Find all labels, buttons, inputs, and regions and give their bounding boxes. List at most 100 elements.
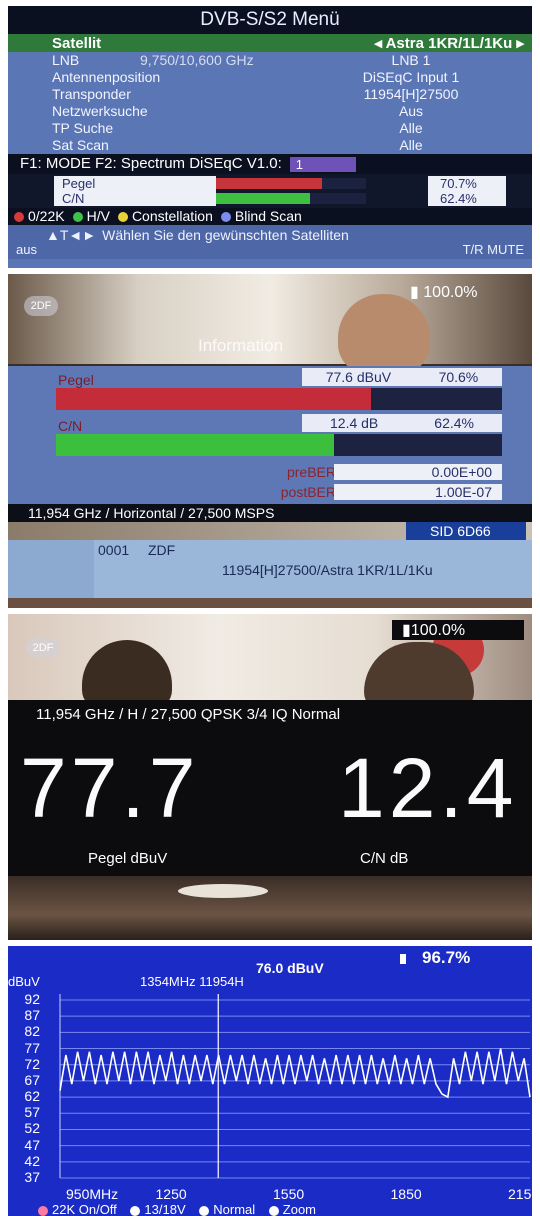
- signal-quality: 96.7%: [400, 948, 470, 968]
- y-tick-label: 72: [24, 1055, 40, 1072]
- transponder-parameters: 11,954 GHz / Horizontal / 27,500 MSPS: [8, 504, 532, 522]
- x-tick-label: 1250: [155, 1186, 187, 1202]
- x-tick-label: 1550: [273, 1186, 305, 1202]
- menu-row-value: LNB 1: [391, 52, 431, 68]
- arrow-right-icon[interactable]: ▸: [516, 35, 524, 52]
- menu-row-label: Netzwerksuche: [52, 103, 148, 119]
- level-label: Pegel: [58, 372, 94, 388]
- legend-normal[interactable]: Normal: [199, 1202, 255, 1216]
- menu-row-transponder[interactable]: Transponder 11954[H]27500: [8, 86, 532, 103]
- y-tick-label: 62: [24, 1088, 40, 1105]
- color-key-label: H/V: [86, 208, 110, 224]
- cn-bar-fill: [56, 434, 335, 456]
- menu-row-network-search[interactable]: Netzwerksuche Aus: [8, 103, 532, 120]
- cn-label: C/N: [58, 418, 83, 434]
- satellite-label: Satellit: [52, 34, 102, 52]
- y-tick-label: 82: [24, 1023, 40, 1040]
- menu-row-antenna-position[interactable]: Antennenposition DiSEqC Input 1: [8, 69, 532, 86]
- marker-readout: 1354MHz 11954H: [140, 974, 244, 989]
- satellite-selector[interactable]: Satellit ◂ Astra 1KR/1L/1Ku ▸: [8, 34, 532, 52]
- menu-row-label: LNB: [52, 52, 80, 68]
- legend-13-18v[interactable]: 13/18V: [130, 1202, 186, 1216]
- legend-label: Normal: [213, 1202, 256, 1216]
- signal-quality: ▮ 100.0%: [410, 282, 478, 302]
- level-percent: 70.6%: [438, 369, 479, 385]
- y-tick-label: 52: [24, 1120, 40, 1137]
- menu-row-lnb[interactable]: LNB 9,750/10,600 GHz LNB 1: [8, 52, 532, 69]
- signal-quality-value: 100.0%: [410, 622, 466, 639]
- info-box: Pegel 77.6 dBuV 70.6% C/N 12.4 dB 62.4% …: [8, 366, 532, 504]
- level-bar-fill: [56, 388, 371, 410]
- color-key-label: Blind Scan: [234, 208, 302, 224]
- info-title: Information: [198, 336, 284, 355]
- menu-row-sat-scan[interactable]: Sat Scan Alle: [8, 137, 532, 154]
- preber-label: preBER: [286, 464, 336, 480]
- level-unit: Pegel dBuV: [88, 850, 168, 867]
- menu-title: DVB-S/S2 Menü: [8, 6, 532, 34]
- y-tick-label: 92: [24, 991, 40, 1007]
- color-key-bar: 0/22K H/V Constellation Blind Scan: [8, 208, 532, 225]
- menu-row-label: TP Suche: [52, 120, 114, 136]
- mute-status: T/R MUTE: [462, 242, 524, 257]
- signal-quality: ▮100.0%: [392, 620, 524, 640]
- blue-dot-icon: [220, 212, 231, 223]
- arrow-left-icon[interactable]: ◂: [374, 35, 382, 52]
- menu-row-tp-search[interactable]: TP Suche Alle: [8, 120, 532, 137]
- signal-quality-value: 100.0%: [423, 284, 478, 301]
- pink-dot-icon: [38, 1205, 48, 1216]
- white-dot-icon: [130, 1205, 141, 1216]
- cn-unit: C/N dB: [360, 850, 409, 867]
- signal-icon: ▮: [402, 622, 411, 639]
- level-dbuv: 77.6 dBuV: [325, 369, 392, 385]
- footer-left-text: aus: [16, 242, 37, 257]
- legend-label: Zoom: [282, 1202, 317, 1216]
- diseqc-version-field[interactable]: 1: [289, 156, 356, 172]
- dvb-menu-panel: DVB-S/S2 Menü Satellit ◂ Astra 1KR/1L/1K…: [8, 6, 532, 268]
- color-key-red[interactable]: 0/22K: [14, 208, 65, 225]
- level-value-box: 77.6 dBuV 70.6%: [302, 368, 502, 386]
- spectrum-chart: [59, 994, 531, 1179]
- hint-bar: ▲T◄► Wählen Sie den gewünschten Satellite…: [8, 225, 532, 259]
- level-percent: 70.7%: [428, 176, 506, 191]
- channel-transponder: 11954[H]27500/Astra 1KR/1L/1Ku: [222, 562, 433, 578]
- spectrum-panel: dBuV 76.0 dBuV 1354MHz 11954H 96.7% 92 87…: [8, 946, 532, 1216]
- tv-picture-person: [338, 294, 430, 374]
- cn-bar: [56, 434, 502, 456]
- legend-label: 13/18V: [144, 1202, 186, 1216]
- transponder-parameters: 11,954 GHz / H / 27,500 QPSK 3/4 IQ Norm…: [36, 706, 341, 723]
- cn-percent: 62.4%: [434, 415, 474, 431]
- menu-row-value: 11954[H]27500: [363, 86, 459, 102]
- signal-icon: [400, 953, 406, 964]
- menu-row-value: DiSEqC Input 1: [362, 69, 460, 85]
- lnb-frequency: 9,750/10,600 GHz: [140, 52, 254, 68]
- menu-row-value: Alle: [399, 120, 423, 136]
- channel-number: 0001: [98, 542, 130, 558]
- level-bar-fill: [216, 178, 323, 189]
- navigation-keys-icon: ▲T◄►: [46, 227, 97, 243]
- legend-22k[interactable]: 22K On/Off: [38, 1202, 117, 1216]
- service-id: SID 6D66: [406, 522, 526, 540]
- menu-row-label: Antennenposition: [52, 69, 161, 85]
- color-key-blue[interactable]: Blind Scan: [220, 208, 302, 225]
- y-tick-label: 57: [24, 1104, 40, 1121]
- y-tick-label: 67: [24, 1071, 40, 1088]
- menu-row-label: Transponder: [52, 86, 131, 102]
- cn-percent: 62.4%: [428, 191, 506, 206]
- function-key-bar: F1: MODE F2: Spectrum DiSEqC V1.0: 1: [8, 154, 532, 174]
- white-dot-icon: [268, 1205, 279, 1216]
- white-dot-icon: [199, 1205, 210, 1216]
- level-label: Pegel: [62, 176, 96, 191]
- function-keys-text: F1: MODE F2: Spectrum DiSEqC V1.0:: [20, 155, 282, 172]
- tv-picture-bottom: [8, 598, 532, 608]
- green-dot-icon: [72, 212, 83, 223]
- x-tick-label: 950MHz: [66, 1186, 119, 1202]
- y-tick-label: 47: [24, 1136, 40, 1153]
- postber-value: 1.00E-07: [334, 484, 502, 500]
- peak-level: 76.0 dBuV: [256, 960, 324, 976]
- channel-info-bar: 0001 ZDF 11954[H]27500/Astra 1KR/1L/1Ku: [8, 540, 532, 598]
- level-labels-box: Pegel C/N: [54, 176, 216, 206]
- menu-row-value: Aus: [398, 103, 424, 119]
- color-key-yellow[interactable]: Constellation: [117, 208, 213, 225]
- legend-zoom[interactable]: Zoom: [268, 1202, 317, 1216]
- color-key-green[interactable]: H/V: [72, 208, 110, 225]
